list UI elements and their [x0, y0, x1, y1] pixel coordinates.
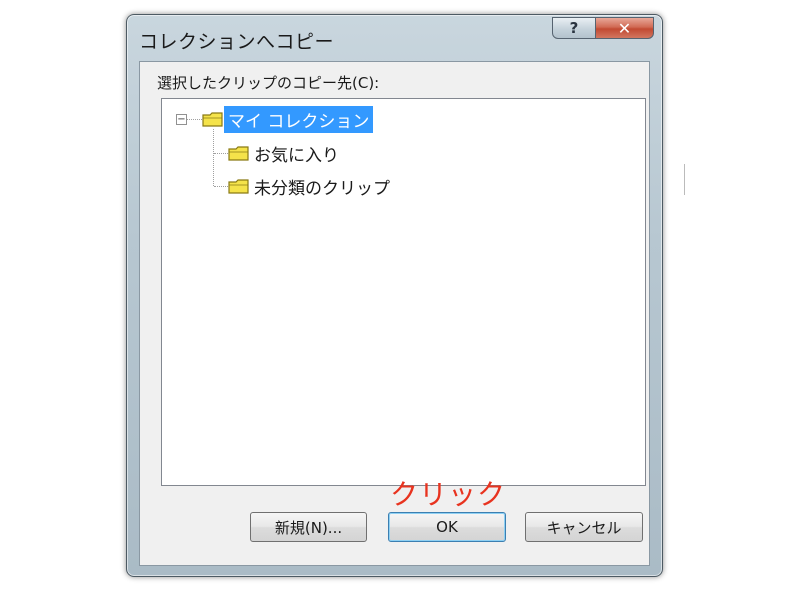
- tree-label: 選択したクリップのコピー先(C):: [157, 74, 380, 92]
- ok-button[interactable]: OK: [388, 512, 506, 542]
- tree-node-label: 未分類のクリップ: [254, 178, 390, 199]
- help-button[interactable]: ?: [552, 17, 596, 39]
- tree-line-child-2: [214, 186, 228, 187]
- tree-line-child-1: [214, 153, 228, 154]
- collapse-toggle[interactable]: −: [176, 114, 187, 125]
- copy-to-collection-dialog: コレクションへコピー ? ✕ 選択したクリップのコピー先(C): − マイ コレ…: [126, 14, 663, 577]
- title-bar-buttons: ? ✕: [552, 17, 654, 39]
- tree-node-favorites[interactable]: お気に入り: [228, 140, 343, 166]
- new-button[interactable]: 新規(N)...: [250, 512, 367, 542]
- tree-line-root: [187, 119, 202, 120]
- dialog-body: 選択したクリップのコピー先(C): − マイ コレクション お気に入り 未分類の…: [139, 61, 650, 566]
- screen: コレクションへコピー ? ✕ 選択したクリップのコピー先(C): − マイ コレ…: [0, 0, 800, 600]
- window-title: コレクションへコピー: [139, 31, 335, 53]
- title-bar[interactable]: コレクションへコピー ? ✕: [127, 15, 662, 61]
- collection-tree[interactable]: − マイ コレクション お気に入り 未分類のクリップ: [161, 98, 646, 486]
- folder-icon: [228, 146, 249, 161]
- tree-node-label: お気に入り: [254, 145, 339, 166]
- tree-node-my-collection[interactable]: マイ コレクション: [202, 105, 374, 133]
- close-icon: ✕: [617, 18, 632, 38]
- tree-node-label: マイ コレクション: [224, 105, 374, 133]
- folder-icon: [228, 179, 249, 194]
- close-button[interactable]: ✕: [596, 17, 654, 39]
- click-annotation: クリック: [390, 478, 507, 511]
- cancel-button[interactable]: キャンセル: [525, 512, 643, 542]
- tree-line-vertical: [213, 129, 214, 186]
- help-icon: ?: [569, 19, 579, 37]
- background-divider: [684, 164, 685, 195]
- folder-icon: [202, 112, 223, 127]
- tree-node-unfiled-clips[interactable]: 未分類のクリップ: [228, 173, 394, 199]
